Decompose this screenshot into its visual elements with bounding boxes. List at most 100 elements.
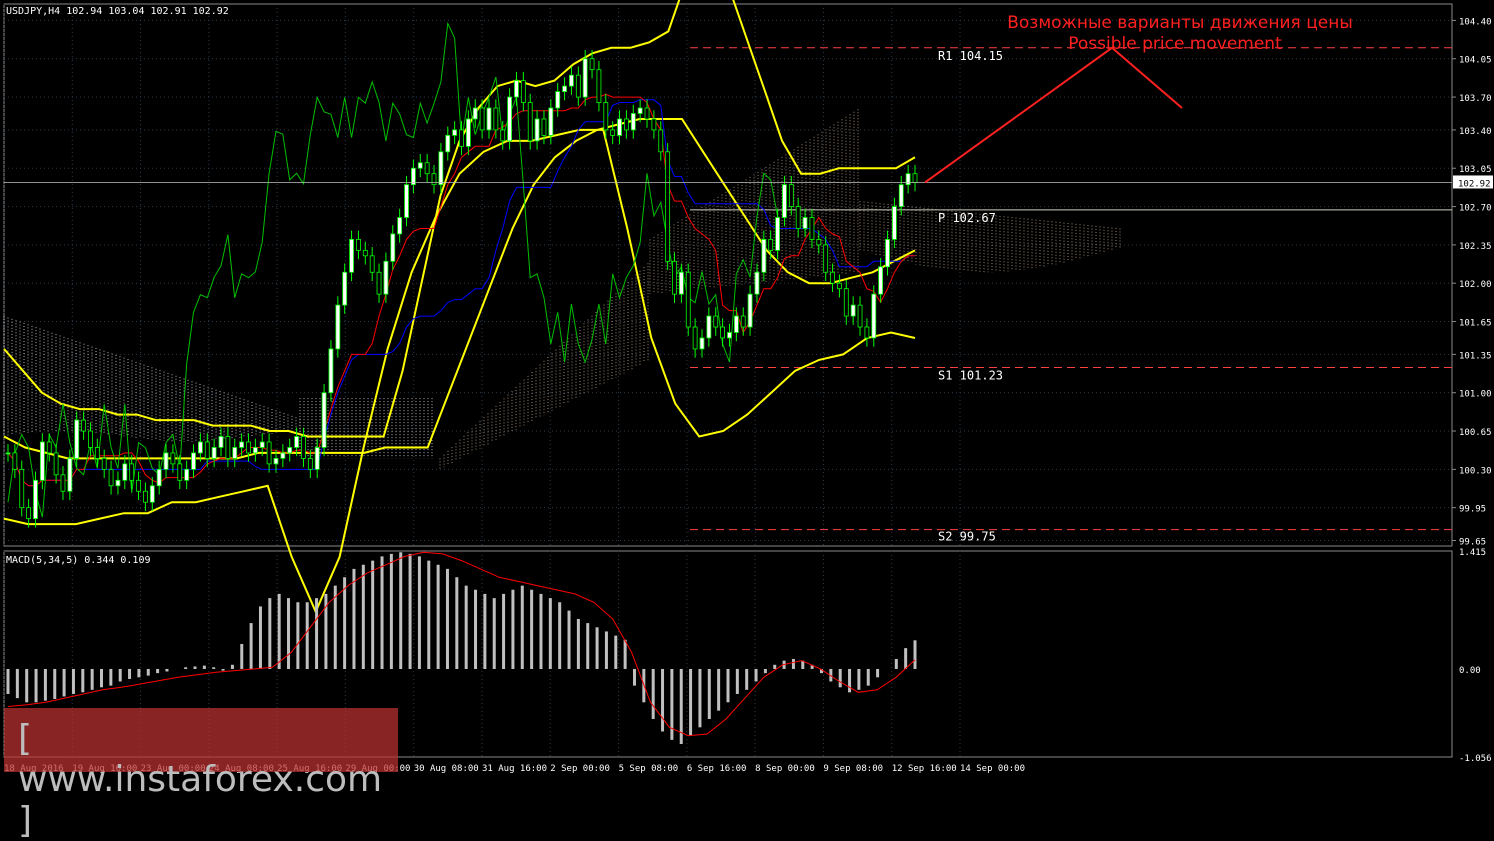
bull-candle (747, 293, 753, 328)
bull-candle (898, 184, 904, 207)
bull-candle (472, 107, 478, 120)
bull-candle (802, 217, 808, 229)
bull-candle (761, 239, 767, 273)
bear-candle (658, 129, 664, 153)
bull-candle (115, 479, 121, 487)
bear-candle (356, 239, 361, 251)
bull-candle (885, 239, 890, 268)
bull-candle (548, 107, 554, 136)
bull-candle (33, 479, 38, 520)
watermark-text: [ www.instaforex.com ] (18, 718, 383, 841)
bear-candle (795, 206, 801, 229)
bull-candle (122, 463, 128, 481)
bull-candle (514, 80, 519, 98)
bear-candle (692, 326, 698, 350)
y-tick-label: 100.65 (1459, 428, 1492, 438)
bull-candle (727, 332, 732, 339)
bear-candle (912, 173, 918, 183)
bull-candle (74, 419, 80, 459)
y-tick-label: 104.40 (1459, 17, 1492, 27)
bull-candle (252, 447, 258, 454)
bear-candle (596, 69, 602, 103)
bull-candle (438, 151, 444, 186)
bear-candle (266, 441, 272, 465)
bull-candle (39, 441, 45, 481)
bear-candle (19, 468, 25, 509)
bull-candle (465, 118, 471, 147)
bear-candle (720, 326, 726, 339)
bear-candle (301, 436, 306, 459)
bear-candle (864, 326, 870, 339)
bear-candle (129, 463, 135, 481)
price-pane-frame (3, 3, 1453, 547)
current-price-label: 102.92 (1458, 179, 1491, 189)
bear-candle (362, 249, 368, 257)
bull-candle (706, 315, 712, 339)
x-tick-label: 31 Aug 16:00 (482, 764, 547, 774)
bear-candle (431, 173, 437, 186)
bull-candle (280, 452, 286, 459)
bear-candle (837, 282, 842, 290)
level-label: S2 99.75 (938, 530, 996, 544)
bull-candle (905, 173, 911, 186)
bull-candle (569, 74, 574, 87)
bull-candle (273, 458, 279, 465)
forecast-path (924, 46, 1183, 184)
bear-candle (136, 479, 141, 492)
y-tick-label: 104.05 (1459, 56, 1492, 66)
bull-candle (775, 217, 780, 251)
bear-candle (246, 441, 251, 454)
bull-candle (390, 233, 396, 262)
bear-candle (665, 151, 671, 262)
bull-candle (417, 162, 423, 169)
x-tick-label: 9 Sep 08:00 (823, 764, 883, 774)
bull-candle (287, 447, 293, 454)
bear-candle (541, 118, 547, 136)
bull-candle (191, 452, 196, 470)
y-tick-label: 103.05 (1459, 165, 1492, 175)
bear-candle (46, 441, 52, 454)
bear-candle (644, 107, 650, 120)
bull-candle (678, 271, 684, 295)
bear-candle (816, 239, 822, 246)
macd-y-tick-label: 1.415 (1459, 548, 1486, 558)
bear-candle (81, 419, 86, 432)
bull-candle (328, 348, 334, 394)
bear-candle (170, 452, 176, 465)
bull-candle (850, 304, 856, 317)
bull-candle (617, 118, 622, 136)
bull-candle (555, 91, 561, 109)
bull-candle (733, 315, 739, 333)
y-tick-label: 101.00 (1459, 390, 1492, 400)
bull-candle (878, 266, 884, 295)
bear-candle (369, 255, 375, 273)
bull-candle (218, 436, 224, 448)
y-tick-label: 102.35 (1459, 242, 1492, 252)
bull-candle (397, 217, 403, 235)
bear-candle (651, 118, 657, 131)
bear-candle (857, 304, 863, 328)
bear-candle (424, 162, 430, 175)
bull-candle (294, 436, 299, 448)
bull-candle (259, 441, 265, 448)
bull-candle (562, 85, 567, 92)
grid (3, 3, 1453, 758)
y-tick-label: 102.70 (1459, 204, 1492, 214)
x-tick-label: 2 Sep 00:00 (550, 764, 610, 774)
bear-candle (843, 288, 849, 317)
bear-candle (307, 458, 313, 470)
bear-candle (177, 463, 183, 481)
level-label: P 102.67 (938, 211, 996, 225)
bull-candle (404, 184, 409, 218)
bull-candle (891, 206, 897, 240)
bull-candle (163, 452, 169, 470)
x-tick-label: 6 Sep 16:00 (687, 764, 747, 774)
bear-candle (479, 107, 485, 131)
bull-candle (349, 239, 354, 273)
level-label: S1 101.23 (938, 369, 1003, 383)
bull-candle (314, 447, 320, 470)
bull-candle (184, 468, 190, 481)
bear-candle (624, 118, 629, 131)
bear-candle (500, 129, 506, 142)
bear-candle (685, 271, 691, 328)
